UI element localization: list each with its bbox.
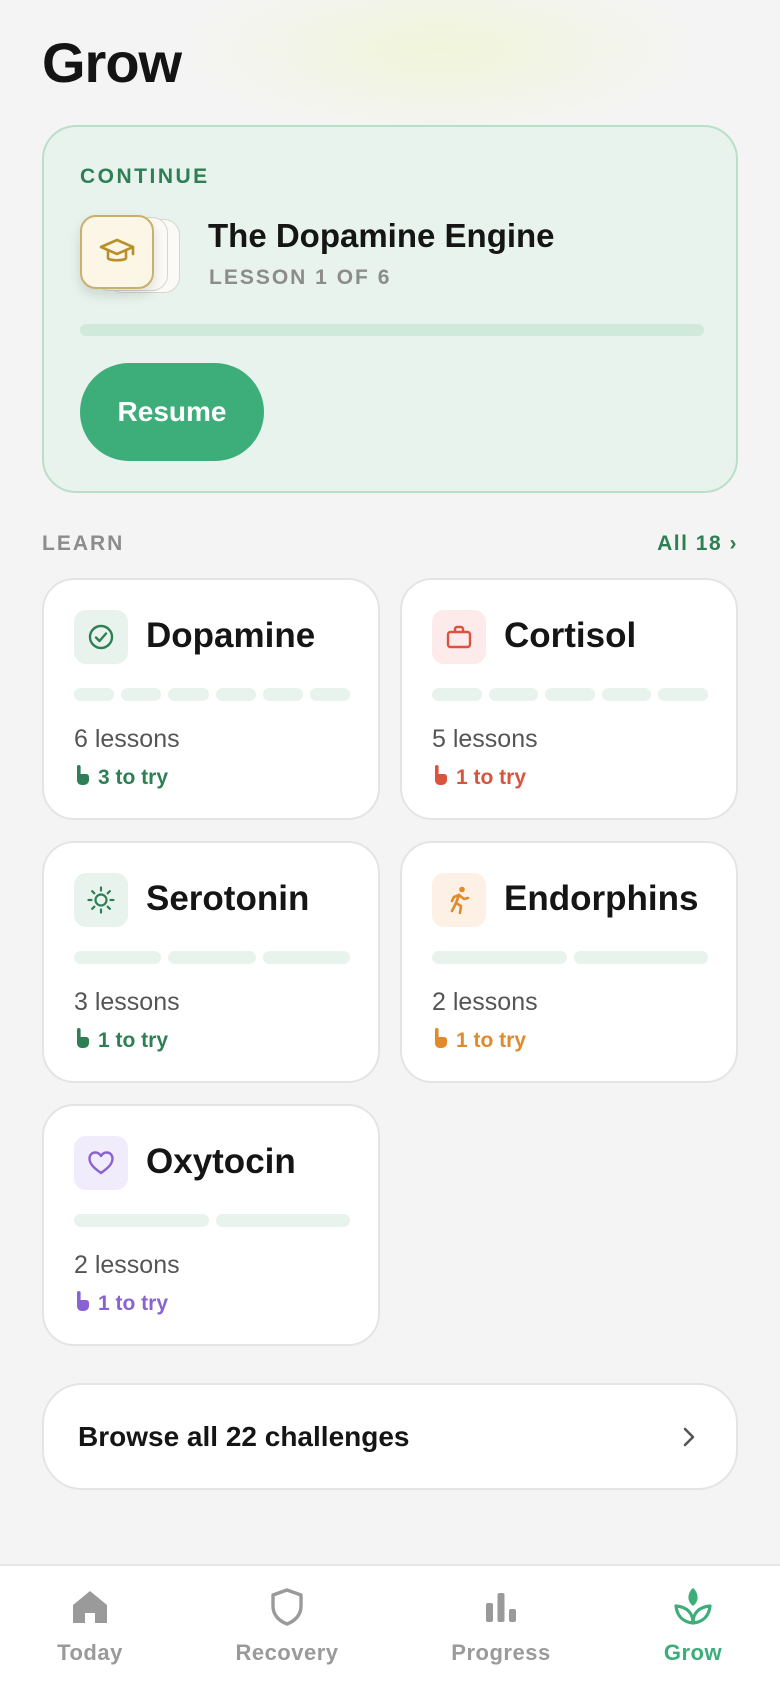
- nav-tab-today[interactable]: Today: [0, 1584, 180, 1674]
- topic-to-try-label: 3 to try: [98, 766, 169, 789]
- continue-label: CONTINUE: [80, 165, 210, 188]
- topic-lesson-segments: [74, 1214, 350, 1227]
- topic-lesson-segments: [74, 951, 350, 964]
- graduation-cap-icon: [80, 215, 154, 289]
- topic-lesson-count: 2 lessons: [432, 988, 538, 1016]
- lesson-segment: [488, 688, 539, 701]
- resume-button[interactable]: Resume: [80, 363, 264, 461]
- hand-tap-icon: [432, 764, 448, 792]
- sun-icon: [74, 873, 128, 927]
- topic-lesson-count: 6 lessons: [74, 725, 180, 753]
- lesson-segment: [309, 688, 351, 701]
- lesson-stack: [80, 215, 190, 295]
- browse-challenges-row[interactable]: Browse all 22 challenges: [42, 1383, 738, 1490]
- topic-lesson-count: 2 lessons: [74, 1251, 180, 1279]
- lesson-segment: [545, 688, 595, 701]
- see-all-topics-link[interactable]: All 18 ›: [657, 532, 738, 556]
- topic-to-try-label: 1 to try: [98, 1292, 169, 1315]
- lesson-segment: [74, 688, 115, 701]
- topic-lesson-segments: [432, 688, 708, 701]
- hand-tap-icon: [74, 1290, 90, 1318]
- topic-card-endorphins[interactable]: Endorphins 2 lessons 1 to try: [400, 841, 738, 1083]
- topic-card-cortisol[interactable]: Cortisol 5 lessons 1 to try: [400, 578, 738, 820]
- lesson-segment: [215, 1214, 350, 1227]
- chevron-right-icon: [682, 1425, 696, 1454]
- topic-to-try: 3 to try: [74, 764, 168, 792]
- nav-label: Grow: [663, 1640, 723, 1665]
- briefcase-icon: [432, 610, 486, 664]
- lesson-segment: [601, 688, 652, 701]
- page-title: Grow: [42, 31, 182, 94]
- topic-lesson-count: 5 lessons: [432, 725, 538, 753]
- topic-name: Dopamine: [146, 616, 316, 655]
- lesson-title: The Dopamine Engine: [208, 217, 555, 254]
- topic-card-dopamine[interactable]: Dopamine 6 lessons 3 to try: [42, 578, 380, 820]
- nav-label: Today: [57, 1640, 123, 1665]
- topic-lesson-count: 3 lessons: [74, 988, 180, 1016]
- bottom-navigation: Today Recovery Progress Grow: [0, 1564, 780, 1688]
- lesson-segment: [573, 951, 708, 964]
- lesson-segment: [658, 688, 708, 701]
- bar-chart-icon: [484, 1584, 518, 1630]
- lesson-segment: [215, 688, 256, 701]
- topic-to-try: 1 to try: [74, 1027, 168, 1055]
- topic-to-try-label: 1 to try: [98, 1029, 169, 1052]
- lesson-segment: [432, 951, 567, 964]
- nav-label: Progress: [451, 1640, 551, 1665]
- topic-to-try: 1 to try: [432, 764, 526, 792]
- topic-card-serotonin[interactable]: Serotonin 3 lessons 1 to try: [42, 841, 380, 1083]
- hand-tap-icon: [432, 1027, 448, 1055]
- check-circle-icon: [74, 610, 128, 664]
- topic-name: Serotonin: [146, 879, 310, 918]
- topic-name: Endorphins: [504, 879, 699, 918]
- topic-name: Oxytocin: [146, 1142, 296, 1181]
- lesson-segment: [262, 688, 303, 701]
- lesson-segment: [168, 688, 209, 701]
- topic-to-try-label: 1 to try: [456, 1029, 527, 1052]
- running-person-icon: [432, 873, 486, 927]
- lesson-segment: [74, 951, 162, 964]
- learn-section-label: LEARN: [42, 532, 125, 555]
- topic-to-try: 1 to try: [432, 1027, 526, 1055]
- topic-to-try: 1 to try: [74, 1290, 168, 1318]
- lesson-progress-bar: [80, 324, 704, 336]
- browse-challenges-label: Browse all 22 challenges: [78, 1421, 410, 1452]
- lesson-segment: [74, 1214, 209, 1227]
- nav-tab-recovery[interactable]: Recovery: [197, 1584, 377, 1674]
- lesson-progress-text: LESSON 1 OF 6: [209, 266, 392, 289]
- topic-to-try-label: 1 to try: [456, 766, 527, 789]
- topic-name: Cortisol: [504, 616, 637, 655]
- header-glow: [180, 0, 700, 140]
- hand-tap-icon: [74, 1027, 90, 1055]
- topic-lesson-segments: [74, 688, 351, 701]
- lesson-segment: [262, 951, 350, 964]
- nav-tab-grow[interactable]: Grow: [603, 1584, 780, 1674]
- nav-tab-progress[interactable]: Progress: [411, 1584, 591, 1674]
- sprout-icon: [672, 1584, 714, 1630]
- shield-icon: [270, 1584, 304, 1630]
- topic-lesson-segments: [432, 951, 708, 964]
- nav-label: Recovery: [235, 1640, 339, 1665]
- home-icon: [71, 1584, 109, 1630]
- topic-card-oxytocin[interactable]: Oxytocin 2 lessons 1 to try: [42, 1104, 380, 1346]
- lesson-segment: [168, 951, 256, 964]
- continue-card[interactable]: CONTINUE The Dopamine Engine LESSON 1 OF…: [42, 125, 738, 493]
- lesson-segment: [432, 688, 482, 701]
- hand-tap-icon: [74, 764, 90, 792]
- lesson-segment: [121, 688, 162, 701]
- heart-icon: [74, 1136, 128, 1190]
